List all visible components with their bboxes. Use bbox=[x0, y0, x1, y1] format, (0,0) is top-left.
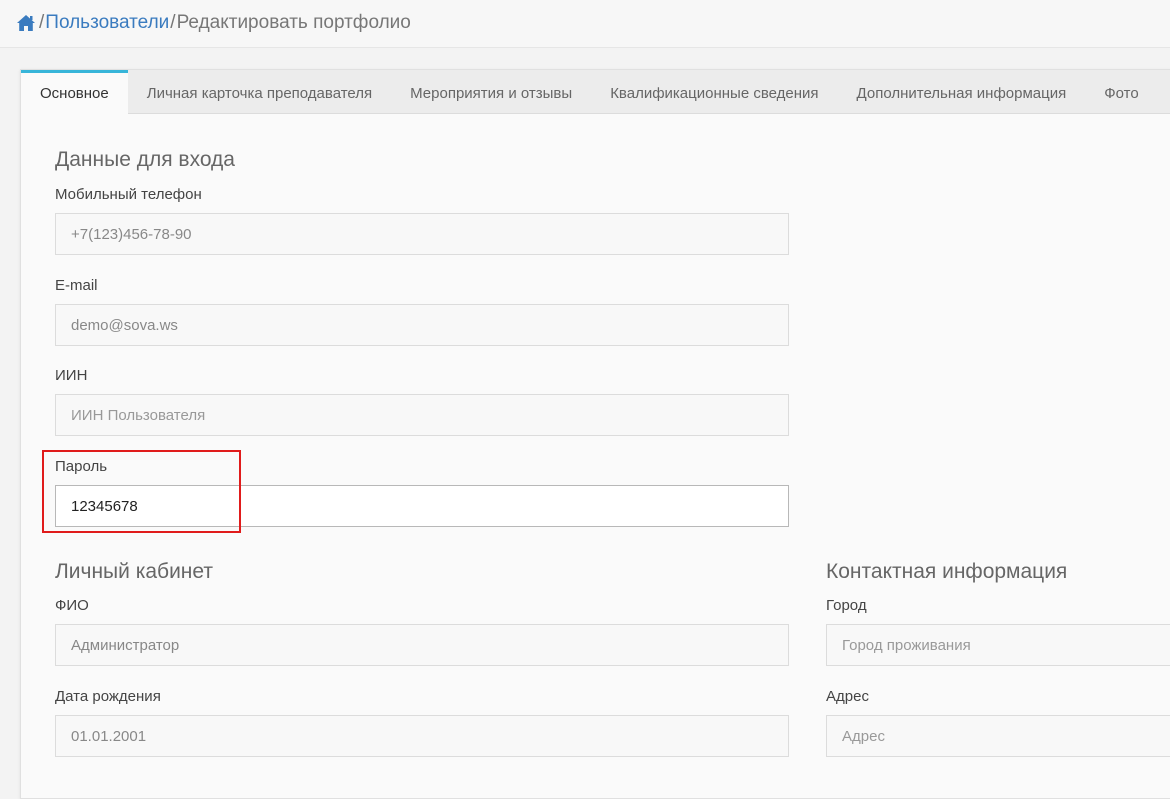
email-input[interactable] bbox=[55, 304, 789, 346]
tab-qualification[interactable]: Квалификационные сведения bbox=[591, 70, 837, 114]
birthdate-input[interactable] bbox=[55, 715, 789, 757]
home-icon[interactable] bbox=[16, 13, 36, 33]
address-input[interactable] bbox=[826, 715, 1170, 757]
tab-main[interactable]: Основное bbox=[21, 70, 128, 115]
address-label: Адрес bbox=[826, 688, 869, 705]
contact-section-title: Контактная информация bbox=[826, 560, 1068, 583]
fio-input[interactable] bbox=[55, 624, 789, 666]
city-input[interactable] bbox=[826, 624, 1170, 666]
iin-label: ИИН bbox=[55, 367, 88, 384]
email-label: E-mail bbox=[55, 277, 98, 294]
phone-label: Мобильный телефон bbox=[55, 186, 202, 203]
tab-events-reviews[interactable]: Мероприятия и отзывы bbox=[391, 70, 591, 114]
breadcrumb-current: Редактировать портфолио bbox=[176, 12, 411, 33]
breadcrumb-separator: / bbox=[170, 12, 176, 33]
iin-input[interactable] bbox=[55, 394, 789, 436]
breadcrumb: / Пользователи / Редактировать портфолио bbox=[16, 11, 411, 35]
tab-bar: Основное Личная карточка преподавателя М… bbox=[21, 70, 1170, 115]
cabinet-section-title: Личный кабинет bbox=[55, 560, 213, 583]
tab-photo[interactable]: Фото bbox=[1085, 70, 1157, 114]
tab-additional-info[interactable]: Дополнительная информация bbox=[838, 70, 1086, 114]
breadcrumb-separator: / bbox=[39, 12, 45, 33]
fio-label: ФИО bbox=[55, 597, 89, 614]
password-label: Пароль bbox=[55, 458, 108, 475]
top-bar: / Пользователи / Редактировать портфолио bbox=[0, 0, 1170, 48]
login-section-title: Данные для входа bbox=[55, 148, 235, 171]
password-input[interactable] bbox=[55, 485, 789, 527]
phone-input[interactable] bbox=[55, 213, 789, 255]
birthdate-label: Дата рождения bbox=[55, 688, 161, 705]
tab-teacher-card[interactable]: Личная карточка преподавателя bbox=[128, 70, 391, 114]
breadcrumb-users-link[interactable]: Пользователи bbox=[45, 11, 169, 35]
city-label: Город bbox=[826, 597, 867, 614]
